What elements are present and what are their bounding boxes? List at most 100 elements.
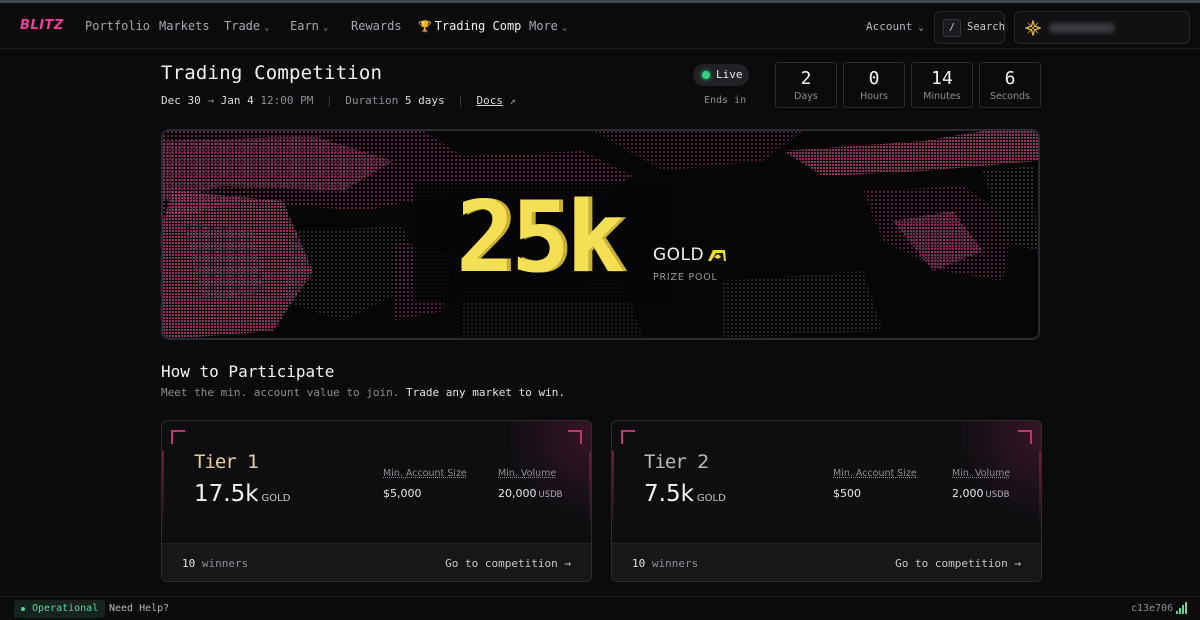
tier-word: Tier: [194, 451, 237, 473]
countdown-hours-value: 0: [868, 68, 880, 89]
min-account-size-label[interactable]: Min. Account Size: [833, 468, 917, 479]
arrow-right-icon: →: [207, 94, 214, 107]
winners-number: 10: [182, 557, 196, 570]
account-menu[interactable]: Account ⌄: [866, 20, 924, 33]
end-date: Jan 4: [220, 94, 254, 107]
nav-trading-comp-label: Trading Comp: [434, 19, 522, 33]
nav-markets[interactable]: Markets: [159, 19, 210, 33]
search-button[interactable]: / Search: [934, 11, 1005, 44]
min-account-size-value: $500: [833, 487, 861, 500]
ends-in-label: Ends in: [704, 95, 747, 106]
countdown-minutes-value: 14: [931, 68, 953, 89]
card-edge-accent: [612, 451, 614, 531]
corner-bracket-icon: [1018, 430, 1032, 444]
corner-bracket-icon: [621, 430, 635, 444]
tier-card-footer: 10 winners Go to competition →: [162, 543, 591, 581]
page-title: Trading Competition: [161, 62, 383, 84]
wallet-avatar-icon: [1025, 20, 1041, 36]
duration-value: 5 days: [404, 94, 445, 107]
tier-prize: 7.5k GOLD: [644, 481, 726, 507]
tier-prize-amount: 17.5k: [194, 481, 259, 507]
card-edge-accent: [1039, 451, 1041, 531]
tier-prize: 17.5k GOLD: [194, 481, 290, 507]
divider: |: [457, 94, 464, 107]
tier-title: Tier 2: [644, 451, 709, 473]
corner-bracket-icon: [171, 430, 185, 444]
account-label: Account: [866, 20, 913, 33]
prize-pool-caption: PRIZE POOL: [653, 272, 718, 283]
tier-prize-unit: GOLD: [696, 493, 726, 504]
tier-prize-amount: 7.5k: [644, 481, 694, 507]
subtitle-muted: Meet the min. account value to join.: [161, 386, 400, 399]
countdown-hours: 0 Hours: [843, 62, 905, 108]
docs-link[interactable]: Docs: [476, 94, 503, 107]
nav-trade-label: Trade: [224, 19, 261, 33]
card-edge-accent: [162, 451, 164, 531]
chevron-down-icon: ⌄: [918, 23, 924, 33]
tier-card-footer: 10 winners Go to competition →: [612, 543, 1041, 581]
nav-portfolio[interactable]: Portfolio: [85, 19, 150, 33]
min-volume-label[interactable]: Min. Volume: [498, 468, 556, 479]
min-volume-number: 20,000: [498, 487, 537, 500]
min-volume-number: 2,000: [952, 487, 984, 500]
status-dot-icon: [21, 607, 25, 611]
wallet-address-redacted: [1049, 23, 1115, 33]
tier-title: Tier 1: [194, 451, 259, 473]
tier-word: Tier: [644, 451, 687, 473]
docs-label: Docs: [476, 94, 503, 107]
nav-trading-comp[interactable]: 🏆 Trading Comp: [418, 19, 521, 33]
countdown-days-label: Days: [794, 91, 818, 102]
min-volume-value: 20,000 USDB: [498, 487, 563, 500]
tier-prize-unit: GOLD: [261, 493, 291, 504]
card-edge-accent: [589, 451, 591, 531]
chevron-down-icon: ⌄: [561, 23, 568, 33]
gold-bar-icon: [708, 250, 726, 261]
nav-more[interactable]: More ⌄: [529, 19, 567, 33]
winners-count: 10 winners: [182, 557, 248, 570]
chevron-down-icon: ⌄: [322, 23, 329, 33]
external-link-icon: ↗: [509, 96, 516, 107]
live-dot-icon: [702, 71, 710, 79]
subtitle-bright: Trade any market to win.: [406, 386, 565, 399]
countdown-minutes-label: Minutes: [923, 91, 961, 102]
duration-label: Duration: [345, 94, 399, 107]
corner-bracket-icon: [568, 430, 582, 444]
wallet-button[interactable]: [1014, 11, 1190, 44]
nav-trade[interactable]: Trade ⌄: [224, 19, 270, 33]
tier-card-body: Tier 2 7.5k GOLD Min. Account Size $500 M…: [612, 421, 1041, 543]
winners-number: 10: [632, 557, 646, 570]
section-subtitle: Meet the min. account value to join. Tra…: [161, 386, 565, 399]
min-account-size-value: $5,000: [383, 487, 422, 500]
logo[interactable]: BLITZ: [20, 18, 64, 33]
search-shortcut-key: /: [943, 19, 961, 37]
start-date: Dec 30: [161, 94, 201, 107]
prize-amount: 25k: [456, 181, 625, 295]
min-volume-unit: USDB: [985, 490, 1010, 500]
winners-label: winners: [651, 557, 699, 570]
search-label: Search: [967, 21, 1005, 33]
operational-status-label: Operational: [32, 603, 99, 614]
go-to-competition-link[interactable]: Go to competition →: [895, 557, 1021, 570]
nav-rewards-label: Rewards: [351, 19, 402, 33]
countdown-seconds: 6 Seconds: [979, 62, 1041, 108]
min-volume-label[interactable]: Min. Volume: [952, 468, 1010, 479]
divider: |: [325, 94, 333, 107]
need-help-link[interactable]: Need Help?: [109, 603, 169, 614]
min-volume-value: 2,000 USDB: [952, 487, 1010, 500]
end-time: 12:00 PM: [260, 94, 314, 107]
countdown-seconds-value: 6: [1004, 68, 1016, 89]
countdown-seconds-label: Seconds: [990, 91, 1030, 102]
countdown-minutes: 14 Minutes: [911, 62, 973, 108]
live-status-label: Live: [716, 68, 743, 81]
nav-earn[interactable]: Earn ⌄: [290, 19, 328, 33]
nav-markets-label: Markets: [159, 19, 210, 33]
operational-status-badge[interactable]: Operational: [14, 600, 106, 618]
nav-rewards[interactable]: Rewards: [351, 19, 402, 33]
go-to-competition-link[interactable]: Go to competition →: [445, 557, 571, 570]
tier-card-2: Tier 2 7.5k GOLD Min. Account Size $500 M…: [611, 420, 1042, 582]
countdown-hours-label: Hours: [860, 91, 888, 102]
min-volume-unit: USDB: [538, 490, 563, 500]
min-account-size-label[interactable]: Min. Account Size: [383, 468, 467, 479]
tier-number: 2: [697, 451, 710, 473]
prize-pool-banner: 25k GOLD PRIZE POOL: [161, 129, 1040, 340]
